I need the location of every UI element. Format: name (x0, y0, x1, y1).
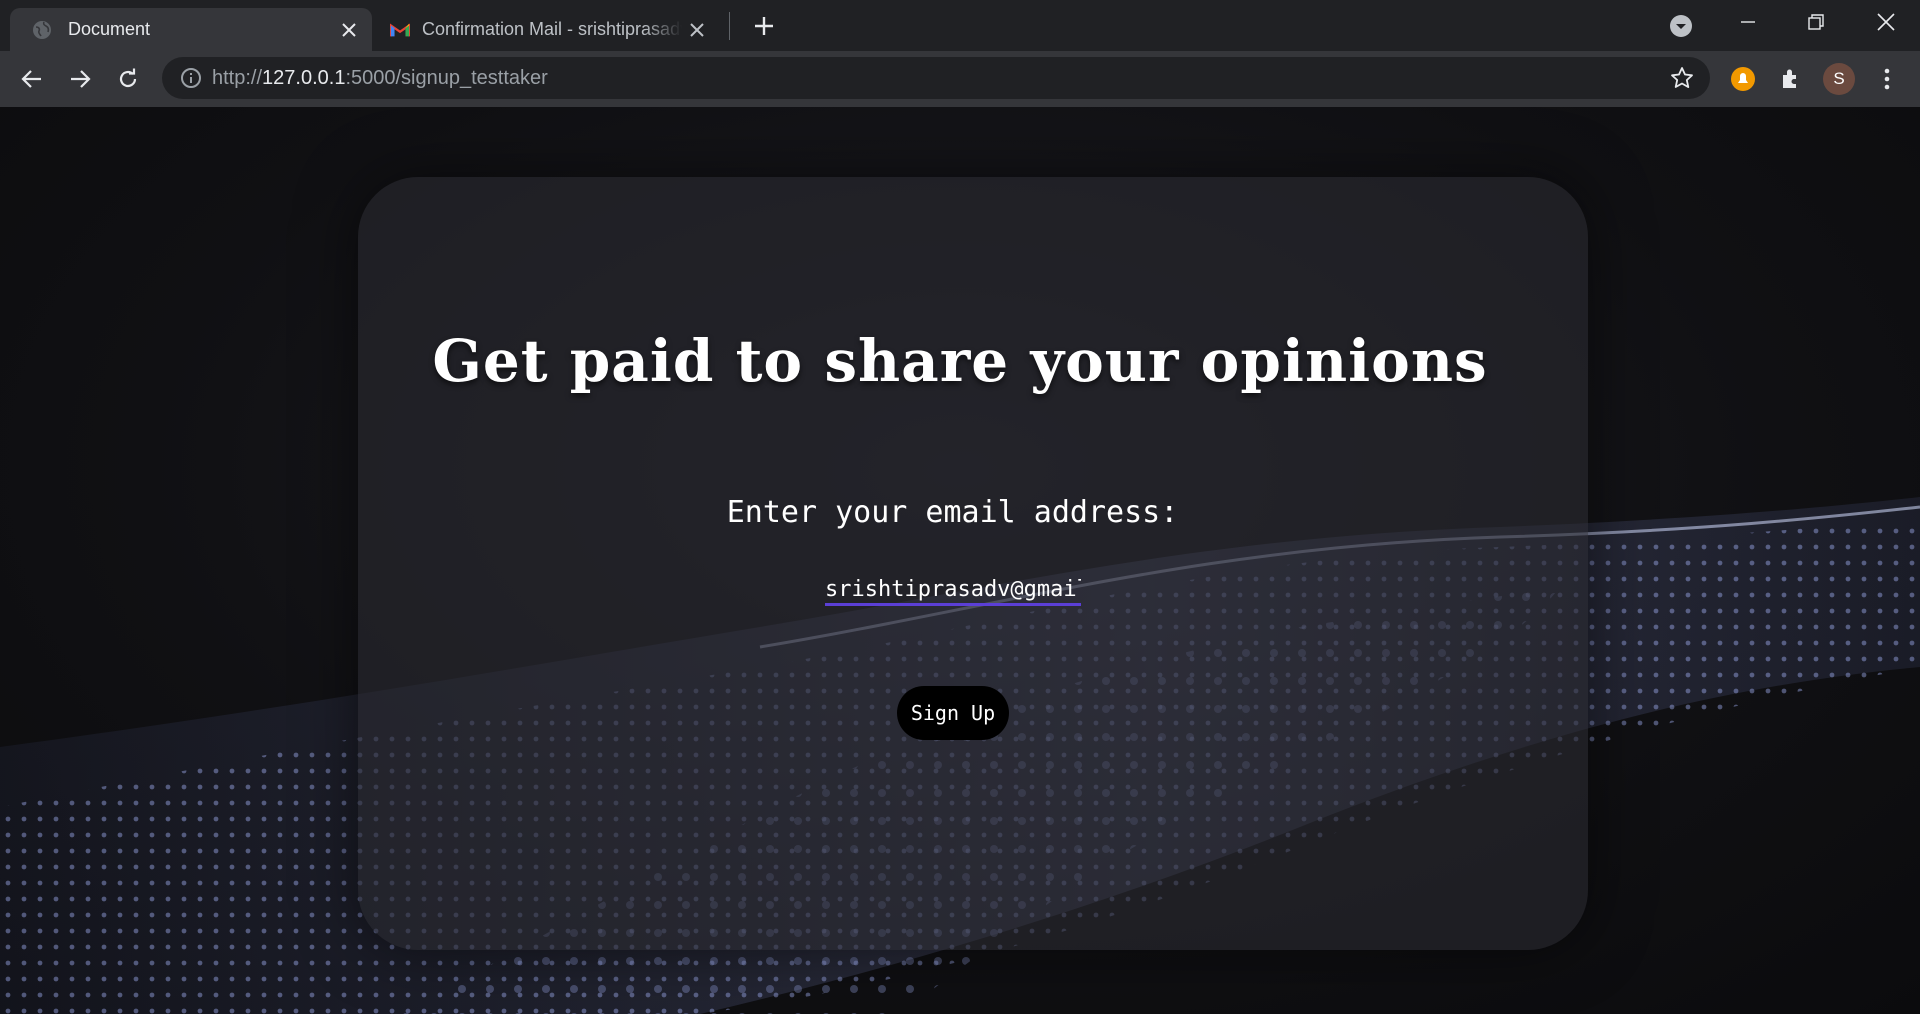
gmail-icon (390, 20, 410, 40)
close-tab-icon[interactable] (338, 19, 360, 41)
page-viewport: Get paid to share your opinions Enter yo… (0, 107, 1920, 1014)
tab-separator (729, 12, 730, 40)
notification-extension-icon[interactable] (1729, 65, 1757, 93)
address-bar[interactable]: http://127.0.0.1:5000/signup_testtaker (162, 57, 1710, 99)
sign-up-button[interactable]: Sign Up (897, 686, 1009, 740)
back-icon[interactable] (16, 63, 48, 95)
bookmark-star-icon[interactable] (1670, 66, 1694, 90)
email-prompt-label: Enter your email address: (726, 495, 1179, 530)
tab-confirmation-mail[interactable]: Confirmation Mail - srishtiprasadv (378, 8, 720, 51)
menu-kebab-icon[interactable] (1872, 64, 1902, 94)
email-input[interactable] (825, 575, 1081, 606)
page-headline: Get paid to share your opinions (432, 327, 1488, 395)
tab-search-icon[interactable] (1668, 13, 1694, 39)
reload-icon[interactable] (112, 63, 144, 95)
minimize-icon[interactable] (1728, 8, 1768, 36)
tab-strip: Document Confirmation Mail - srishtipras… (0, 0, 1920, 51)
url-scheme: http:// (212, 67, 263, 89)
tab-title: Document (68, 19, 151, 39)
signup-card (358, 177, 1588, 950)
restore-icon[interactable] (1796, 8, 1836, 36)
url-path: :5000/signup_testtaker (345, 67, 548, 89)
browser-toolbar: http://127.0.0.1:5000/signup_testtaker S (0, 51, 1920, 107)
tab-document[interactable]: Document (10, 8, 372, 51)
new-tab-icon[interactable] (750, 12, 778, 40)
close-window-icon[interactable] (1866, 8, 1906, 36)
profile-avatar[interactable]: S (1823, 63, 1855, 95)
url-host: 127.0.0.1 (262, 67, 346, 89)
puzzle-extensions-icon[interactable] (1777, 65, 1805, 93)
globe-icon (32, 20, 52, 40)
url-text: http://127.0.0.1:5000/signup_testtaker (212, 67, 548, 90)
forward-icon[interactable] (64, 63, 96, 95)
site-info-icon[interactable] (180, 67, 202, 89)
close-tab-icon[interactable] (686, 19, 708, 41)
tab-title: Confirmation Mail - srishtiprasadv (422, 19, 682, 39)
